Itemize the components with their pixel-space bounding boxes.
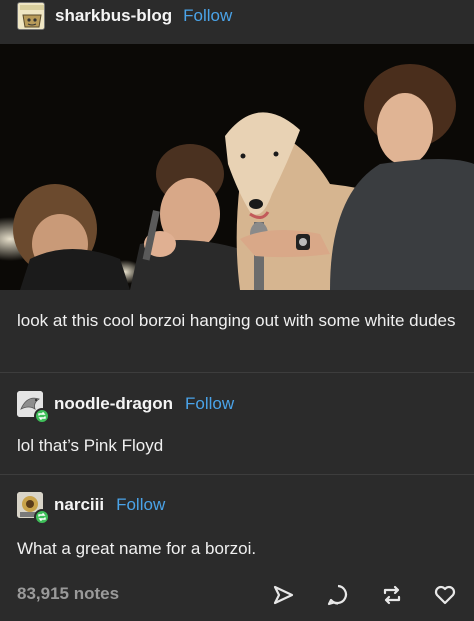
blog-name[interactable]: sharkbus-blog [55, 6, 172, 26]
follow-button[interactable]: Follow [116, 495, 165, 515]
share-icon [273, 585, 294, 605]
divider [0, 474, 474, 475]
reblog-header-noodle-dragon: noodle-dragon Follow [17, 388, 234, 424]
reblog-avatar[interactable] [17, 492, 50, 525]
reblog-icon [38, 513, 46, 521]
like-icon [434, 585, 456, 605]
post-footer: 83,915 notes [0, 574, 474, 614]
reblog-text: What a great name for a borzoi. [17, 539, 257, 558]
notes-count[interactable]: 83,915 notes [17, 584, 119, 604]
reblog-button[interactable] [379, 582, 405, 608]
reblog-badge [34, 509, 50, 525]
reblog-icon [383, 585, 401, 605]
like-button[interactable] [432, 582, 458, 608]
reply-button[interactable] [325, 582, 351, 608]
photo-of-borzoi-with-band [0, 44, 474, 290]
divider [0, 372, 474, 373]
follow-button[interactable]: Follow [185, 394, 234, 414]
reblogger-name[interactable]: narciii [54, 495, 104, 515]
blog-avatar[interactable] [17, 2, 45, 30]
reblog-icon [38, 412, 46, 420]
reblog-text: lol that’s Pink Floyd [17, 436, 164, 455]
post-header: sharkbus-blog Follow [0, 0, 474, 32]
follow-button[interactable]: Follow [183, 6, 232, 26]
post-text: look at this cool borzoi hanging out wit… [17, 311, 456, 330]
reply-icon [327, 584, 348, 606]
reblogger-name[interactable]: noodle-dragon [54, 394, 173, 414]
post-photo[interactable] [0, 44, 474, 290]
reblog-badge [34, 408, 50, 424]
reblog-avatar[interactable] [17, 391, 50, 424]
reblog-header-narciii: narciii Follow [17, 489, 165, 525]
avatar-image [18, 3, 44, 29]
share-button[interactable] [270, 582, 296, 608]
